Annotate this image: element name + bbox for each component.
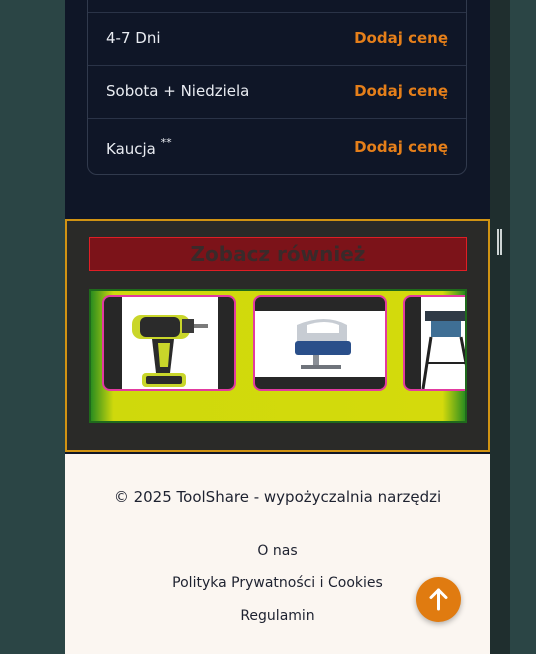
- scrollbar-handle[interactable]: [497, 229, 502, 255]
- price-row-weekend: Sobota + Niedziela Dodaj cenę: [88, 65, 466, 117]
- jigsaw-icon: [295, 319, 351, 369]
- add-price-link[interactable]: Dodaj cenę: [354, 138, 448, 156]
- price-row-label: 4-7 Dni: [106, 29, 161, 47]
- table-saw-icon: [421, 311, 465, 389]
- price-row-label: Kaucja **: [106, 136, 172, 158]
- footer-link-about[interactable]: O nas: [65, 543, 490, 559]
- scrollbar-track[interactable]: [490, 0, 510, 654]
- arrow-up-icon: [429, 588, 448, 611]
- jigsaw-image: [255, 311, 385, 377]
- product-card[interactable]: [102, 295, 236, 391]
- see-also-section: Zobacz również: [65, 219, 490, 452]
- footer: © 2025 ToolShare - wypożyczalnia narzędz…: [65, 454, 490, 654]
- product-card[interactable]: [253, 295, 387, 391]
- deposit-note: **: [160, 136, 172, 149]
- price-table: 4-7 Dni Dodaj cenę Sobota + Niedziela Do…: [87, 0, 467, 175]
- deposit-label: Kaucja: [106, 140, 156, 158]
- table-saw-image: [421, 297, 465, 389]
- product-carousel[interactable]: [89, 289, 467, 423]
- price-row-days: 4-7 Dni Dodaj cenę: [88, 12, 466, 64]
- product-card[interactable]: [403, 295, 465, 391]
- add-price-link[interactable]: Dodaj cenę: [354, 82, 448, 100]
- cordless-drill-icon: [132, 315, 208, 387]
- cordless-drill-image: [122, 297, 218, 389]
- see-also-title: Zobacz również: [89, 237, 467, 271]
- product-page: 4-7 Dni Dodaj cenę Sobota + Niedziela Do…: [65, 0, 490, 654]
- add-price-link[interactable]: Dodaj cenę: [354, 29, 448, 47]
- scroll-to-top-button[interactable]: [416, 577, 461, 622]
- price-row-label: Sobota + Niedziela: [106, 82, 250, 100]
- copyright-text: © 2025 ToolShare - wypożyczalnia narzędz…: [113, 488, 442, 506]
- price-row-deposit: Kaucja ** Dodaj cenę: [88, 118, 466, 175]
